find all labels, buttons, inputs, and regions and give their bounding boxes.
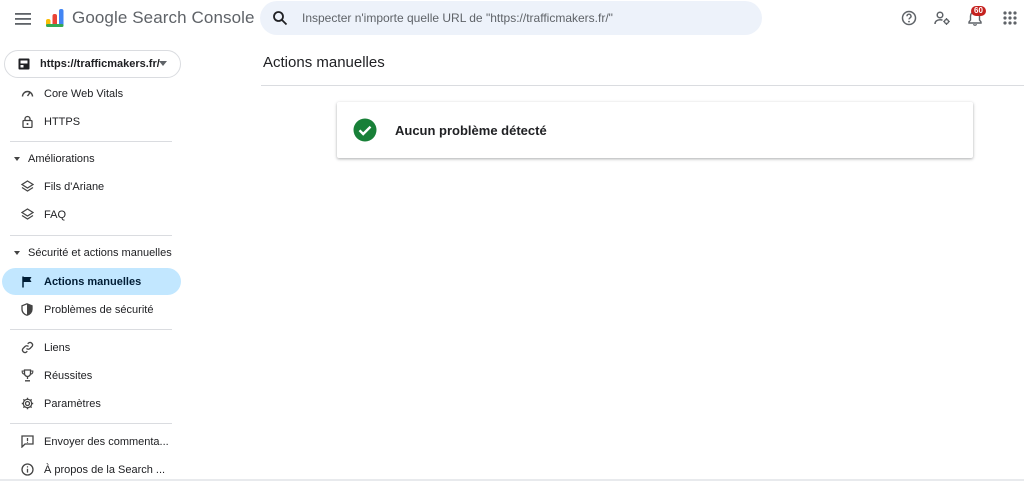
sidebar-item-https[interactable]: HTTPS: [2, 108, 181, 135]
property-icon: [18, 58, 30, 70]
sidebar-item-faq[interactable]: FAQ: [2, 201, 181, 228]
layers-icon: [20, 180, 34, 194]
app-name: Google Search Console: [72, 8, 255, 27]
triangle-down-icon: [14, 157, 20, 161]
help-icon[interactable]: [899, 8, 919, 28]
manage-users-icon[interactable]: [932, 8, 952, 28]
divider: [10, 329, 172, 330]
triangle-down-icon: [14, 251, 20, 255]
search-console-logo-icon: [46, 9, 64, 27]
sidebar-item-liens[interactable]: Liens: [2, 334, 181, 361]
section-securite[interactable]: Sécurité et actions manuelles: [14, 247, 172, 259]
divider: [10, 141, 172, 142]
page-title: Actions manuelles: [263, 54, 385, 71]
flag-icon: [20, 275, 34, 289]
speedometer-icon: [20, 87, 34, 101]
status-text: Aucun problème détecté: [395, 122, 547, 138]
url-inspection-search[interactable]: [260, 1, 762, 35]
info-icon: [20, 463, 34, 477]
app-logo[interactable]: Google Search Console: [44, 7, 255, 29]
sidebar-item-problemes-securite[interactable]: Problèmes de sécurité: [2, 296, 181, 323]
sidebar-item-fils-ariane[interactable]: Fils d'Ariane: [2, 173, 181, 200]
divider: [261, 85, 1024, 86]
sidebar-item-a-propos[interactable]: À propos de la Search ...: [2, 456, 181, 481]
sidebar-item-reussites[interactable]: Réussites: [2, 362, 181, 389]
trophy-icon: [20, 369, 34, 383]
shield-icon: [20, 303, 34, 317]
layers-icon: [20, 208, 34, 222]
sidebar-item-envoyer-commentaires[interactable]: Envoyer des commenta...: [2, 428, 181, 455]
gear-icon: [20, 397, 34, 411]
link-icon: [20, 341, 34, 355]
menu-icon[interactable]: [12, 8, 34, 30]
sidebar-item-actions-manuelles[interactable]: Actions manuelles: [2, 268, 181, 295]
chevron-down-icon: [159, 61, 167, 66]
search-input[interactable]: [302, 11, 742, 25]
sidebar-item-parametres[interactable]: Paramètres: [2, 390, 181, 417]
apps-icon[interactable]: [1000, 8, 1020, 28]
divider: [10, 235, 172, 236]
lock-icon: [20, 115, 34, 129]
check-circle-icon: [353, 118, 377, 142]
sidebar-item-core-web-vitals[interactable]: Core Web Vitals: [2, 80, 181, 107]
property-url: https://trafficmakers.fr/: [40, 58, 160, 70]
top-app-bar: Google Search Console 60: [0, 0, 1024, 40]
notification-badge: 60: [971, 6, 986, 16]
section-ameliorations[interactable]: Améliorations: [14, 153, 95, 165]
property-selector[interactable]: https://trafficmakers.fr/: [4, 50, 181, 78]
divider: [10, 423, 172, 424]
sidebar-nav: https://trafficmakers.fr/ Core Web Vital…: [0, 44, 184, 481]
feedback-icon: [20, 435, 34, 449]
search-icon: [273, 11, 288, 26]
status-card: Aucun problème détecté: [337, 102, 973, 158]
